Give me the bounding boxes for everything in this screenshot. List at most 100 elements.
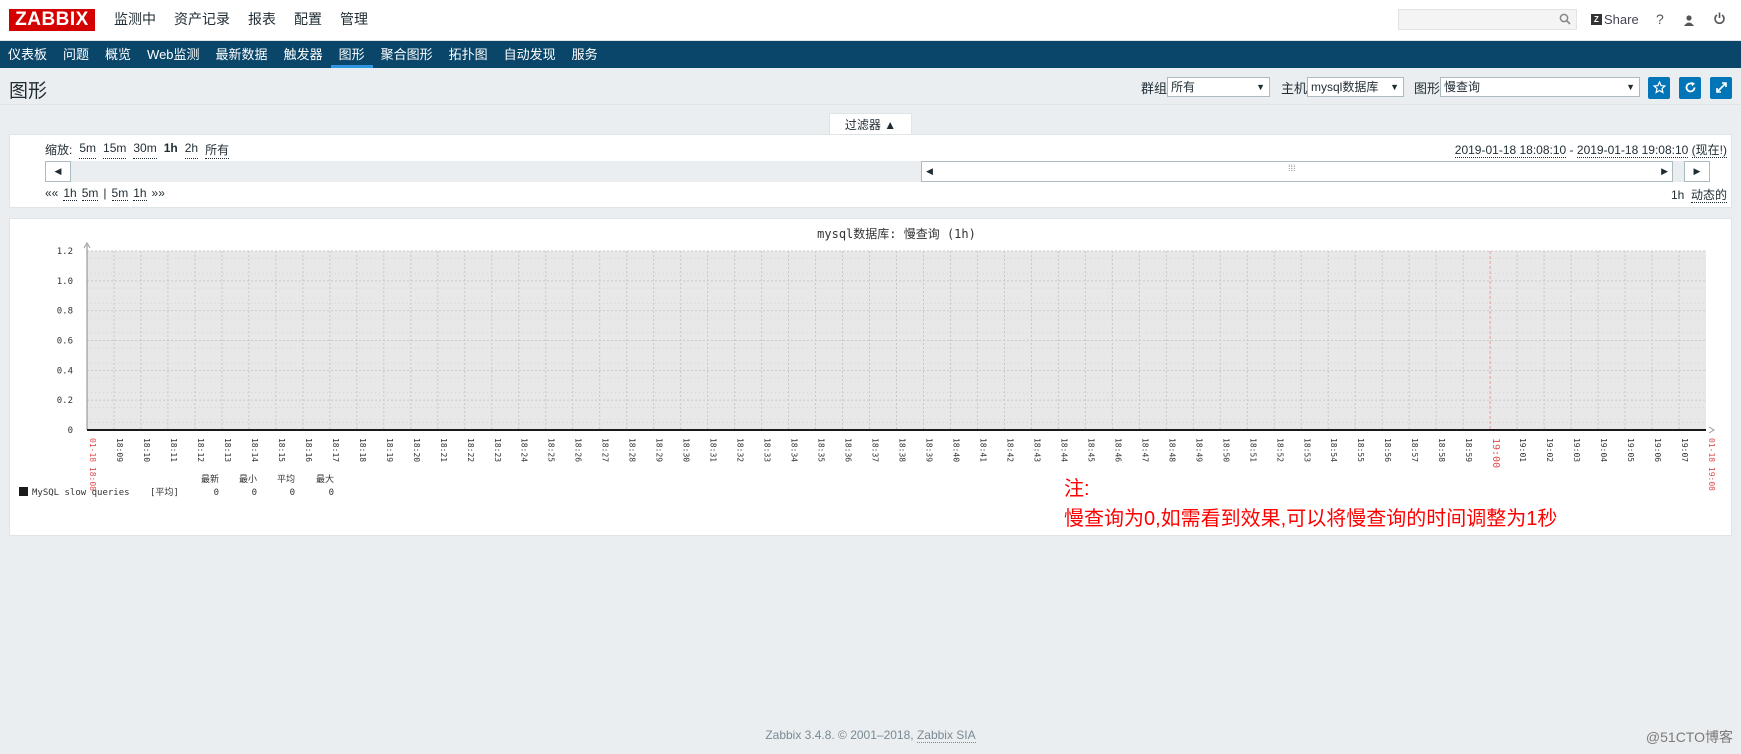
subnav-problems[interactable]: 问题 [55,41,97,68]
x-tick-label: 18:55 [1356,438,1365,462]
dynamic-toggle[interactable]: 动态的 [1690,188,1727,203]
zabbix-share-icon: Z [1591,14,1602,25]
subnav-latest-data[interactable]: 最新数据 [208,41,276,68]
x-tick-label: 18:40 [951,438,960,462]
subnav-web[interactable]: Web监测 [139,41,208,68]
x-tick-label: 18:59 [1464,438,1473,462]
help-icon[interactable]: ? [1656,11,1664,27]
top-menu-configuration[interactable]: 配置 [285,0,331,41]
period-now[interactable]: (现在!) [1691,143,1727,158]
legend-value: 0 [290,488,295,498]
chevron-down-icon: ▼ [1390,82,1399,92]
page-title: 图形 [9,81,48,102]
legend-header: 最大 [316,473,334,485]
x-tick-label: 18:41 [978,438,987,462]
period-to[interactable]: 2019-01-18 19:08:10 [1576,143,1689,158]
x-tick-label: 18:28 [628,438,637,462]
group-select[interactable]: 所有 ▼ [1167,77,1270,97]
x-tick-label: 18:36 [844,438,853,462]
subnav-dashboard[interactable]: 仪表板 [0,41,55,68]
host-select[interactable]: mysql数据库 ▼ [1307,77,1404,97]
x-tick-label: 18:57 [1410,438,1419,462]
y-tick-label: 0.6 [57,337,73,347]
x-tick-label: 18:23 [493,438,502,462]
x-tick-label: 01-18 18:08 [88,438,97,491]
note-text: 慢查询为0,如需看到效果,可以将慢查询的时间调整为1秒 [1064,508,1558,530]
zoom-1h[interactable]: 1h [164,141,178,159]
zabbix-logo[interactable]: ZABBIX [9,9,95,31]
period-mode: 1h 动态的 [1671,186,1727,203]
footer-text: Zabbix 3.4.8. © 2001–2018, [765,728,917,742]
time-scrollbar[interactable]: ◀ ◀ ⁞⁞⁞ ▶ ▶ [45,161,1710,182]
period-from[interactable]: 2019-01-18 18:08:10 [1454,143,1567,158]
zoom-15m[interactable]: 15m [103,141,127,159]
zoom-5m[interactable]: 5m [79,141,97,159]
x-tick-label: 18:34 [790,438,799,462]
subnav-services[interactable]: 服务 [564,41,606,68]
x-tick-label: 18:56 [1383,438,1392,462]
x-tick-label: 18:53 [1302,438,1311,462]
zoom-2h[interactable]: 2h [184,141,199,159]
nav-fwd-5m[interactable]: 5m [111,186,129,201]
subnav-graphs[interactable]: 图形 [330,41,373,68]
legend-value: 0 [214,488,219,498]
subnav-triggers[interactable]: 触发器 [276,41,331,68]
nav-back-1h[interactable]: 1h [63,186,77,201]
x-tick-label: 18:15 [277,438,286,462]
nav-forward-icon[interactable]: »» [152,186,165,201]
annotation-note: 注: 慢查询为0,如需看到效果,可以将慢查询的时间调整为1秒 [1064,474,1557,534]
scrollbar-thumb[interactable]: ◀ ⁞⁞⁞ ▶ [921,161,1673,182]
subnav-discovery[interactable]: 自动发现 [496,41,564,68]
add-to-favourites-button[interactable] [1648,77,1670,99]
scroll-right-button[interactable]: ▶ [1684,161,1710,182]
top-menu-inventory[interactable]: 资产记录 [165,0,239,41]
x-tick-label: 18:30 [682,438,691,462]
chevron-down-icon: ▼ [1256,82,1265,92]
y-tick-label: 1.2 [57,247,73,257]
x-tick-label: 19:04 [1599,438,1608,462]
x-axis-arrow-icon [1708,426,1715,434]
x-tick-label: 18:11 [169,438,178,462]
thumb-right-arrow-icon[interactable]: ▶ [1661,162,1668,181]
share-link[interactable]: Z Share [1591,12,1639,27]
top-menu-reports[interactable]: 报表 [239,0,285,41]
nav-fwd-1h[interactable]: 1h [133,186,147,201]
legend-header: 最小 [239,474,257,485]
graph-select[interactable]: 慢查询 ▼ [1440,77,1640,97]
user-profile-icon[interactable] [1683,13,1695,29]
chart-title: mysql数据库: 慢查询 (1h) [817,226,976,241]
scroll-left-button[interactable]: ◀ [45,161,71,182]
search-input[interactable] [1398,9,1577,30]
subnav-screens[interactable]: 聚合图形 [373,41,441,68]
zoom-all[interactable]: 所有 [205,141,230,159]
footer-link[interactable]: Zabbix SIA [916,728,976,743]
zoom-30m[interactable]: 30m [133,141,157,159]
filter-tab[interactable]: 过滤器 ▲ [829,113,912,135]
chevron-right-icon: ▶ [1693,166,1701,176]
x-tick-label: 18:27 [601,438,610,462]
sub-navigation: 仪表板 问题 概览 Web监测 最新数据 触发器 图形 聚合图形 拓扑图 自动发… [0,41,1741,68]
x-tick-label: 18:26 [574,438,583,462]
x-tick-label: 18:24 [520,438,529,462]
drag-handle-icon[interactable]: ⁞⁞⁞ [1288,163,1296,173]
refresh-button[interactable] [1679,77,1701,99]
fullscreen-button[interactable] [1710,77,1732,99]
nav-back-icon[interactable]: «« [45,186,58,201]
search-icon[interactable] [1559,13,1571,28]
x-tick-label: 18:19 [385,438,394,462]
footer: Zabbix 3.4.8. © 2001–2018, Zabbix SIA [0,728,1741,743]
legend-swatch [19,487,28,496]
nav-back-5m[interactable]: 5m [81,186,99,201]
top-menu-administration[interactable]: 管理 [331,0,377,41]
thumb-left-arrow-icon[interactable]: ◀ [926,162,933,181]
subnav-overview[interactable]: 概览 [97,41,139,68]
star-icon [1652,80,1666,94]
graph-label: 图形 [1414,81,1441,96]
period-navigation: «« 1h 5m | 5m 1h »» [45,186,170,201]
x-tick-label: 18:16 [304,438,313,462]
note-title: 注: [1064,478,1090,500]
top-menu-monitoring[interactable]: 监测中 [105,0,165,41]
share-label: Share [1604,12,1639,27]
subnav-maps[interactable]: 拓扑图 [441,41,496,68]
sign-out-icon[interactable] [1713,12,1726,28]
